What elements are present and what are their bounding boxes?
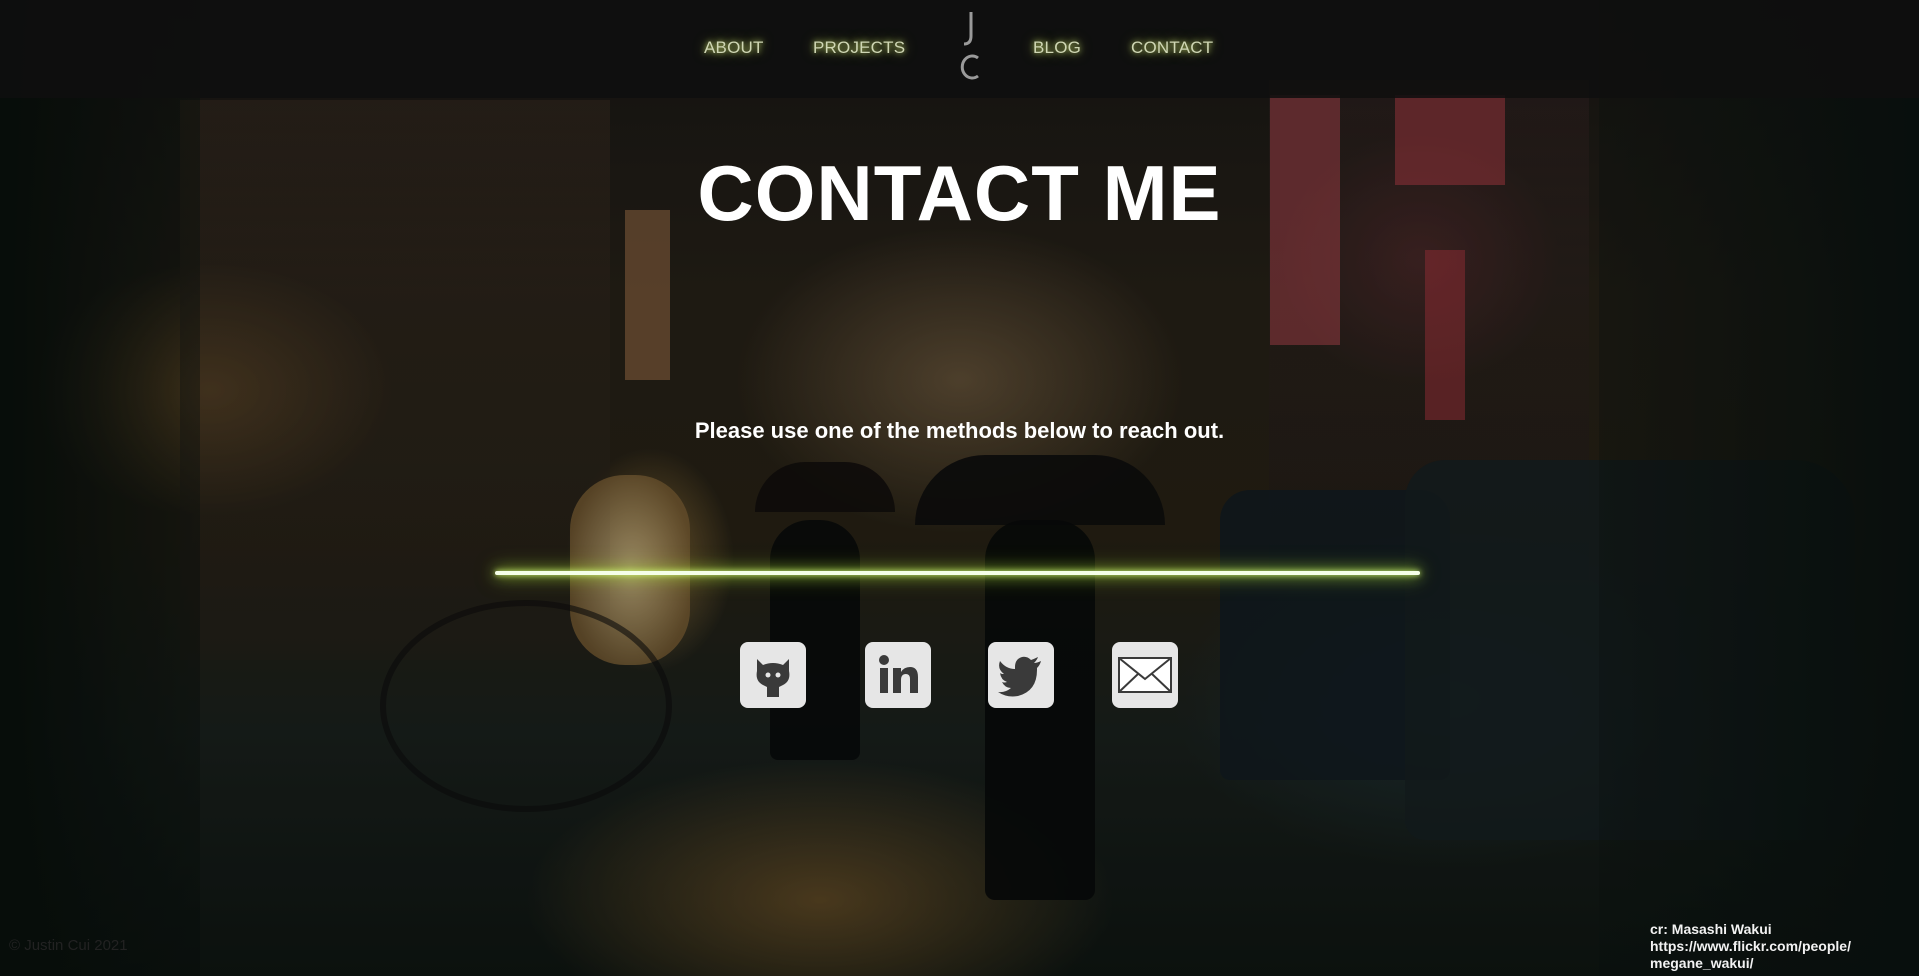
glowing-divider bbox=[495, 571, 1420, 575]
credit-link-line2: megane_wakui/ bbox=[1650, 955, 1754, 971]
copyright-text: © Justin Cui 2021 bbox=[9, 937, 128, 954]
credit-author: cr: Masashi Wakui bbox=[1650, 921, 1772, 937]
nav-blog[interactable]: BLOG bbox=[1033, 38, 1081, 58]
twitter-button[interactable] bbox=[988, 642, 1054, 708]
linkedin-icon bbox=[879, 655, 918, 693]
nav-about[interactable]: ABOUT bbox=[704, 38, 764, 58]
credit-link[interactable]: https://www.flickr.com/people/megane_wak… bbox=[1650, 938, 1851, 971]
jc-logo-icon[interactable] bbox=[954, 10, 984, 82]
credit-link-line1: https://www.flickr.com/people/ bbox=[1650, 938, 1851, 954]
top-nav: ABOUT PROJECTS BLOG CONTACT bbox=[0, 0, 1919, 98]
background-photo bbox=[0, 0, 1919, 976]
page-subtitle: Please use one of the methods below to r… bbox=[694, 418, 1225, 443]
nav-contact[interactable]: CONTACT bbox=[1131, 38, 1213, 58]
linkedin-button[interactable] bbox=[865, 642, 931, 708]
page-title: CONTACT ME bbox=[697, 149, 1222, 237]
email-button[interactable] bbox=[1112, 642, 1178, 708]
email-icon bbox=[1118, 657, 1172, 693]
twitter-icon bbox=[998, 656, 1041, 697]
photo-credit: cr: Masashi Wakui https://www.flickr.com… bbox=[1650, 921, 1851, 972]
github-icon bbox=[756, 659, 790, 697]
nav-projects[interactable]: PROJECTS bbox=[813, 38, 905, 58]
github-button[interactable] bbox=[740, 642, 806, 708]
